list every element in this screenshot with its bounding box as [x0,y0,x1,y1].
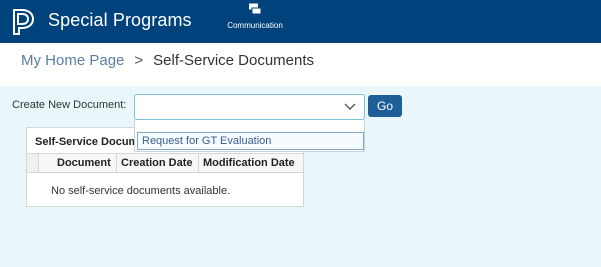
page-title: Self-Service Documents [153,52,315,69]
powerschool-logo-icon[interactable] [11,8,41,36]
create-document-select[interactable] [134,94,365,120]
table-row-gutter [27,154,39,172]
app-title: Special Programs [48,10,192,30]
empty-table-message: No self-service documents available. [51,185,231,197]
column-header-modification-date[interactable]: Modification Date [203,157,295,169]
breadcrumb-bar: My Home Page > Self-Service Documents [0,43,601,86]
communication-button[interactable]: Communication [220,3,290,41]
column-divider [116,154,117,172]
breadcrumb: My Home Page > Self-Service Documents [21,52,314,69]
breadcrumb-separator: > [134,52,144,69]
chevron-down-icon [344,103,356,110]
create-document-dropdown-list: Request for GT Evaluation [134,120,365,152]
breadcrumb-home-link[interactable]: My Home Page [21,52,124,69]
communication-icon [249,3,262,15]
create-document-label: Create New Document: [12,99,127,111]
table-header: Document Creation Date Modification Date [27,153,303,173]
communication-label: Communication [227,21,283,30]
dropdown-option-request-for-gt-evaluation[interactable]: Request for GT Evaluation [137,132,364,150]
column-header-document[interactable]: Document [57,157,111,169]
column-header-creation-date[interactable]: Creation Date [121,157,193,169]
top-navigation-bar: Special Programs Communication [0,0,601,43]
column-divider [198,154,199,172]
content-area: Create New Document: Go Self-Service Doc… [0,86,601,267]
panel-title: Self-Service Documents [35,136,139,148]
go-button[interactable]: Go [368,95,402,117]
